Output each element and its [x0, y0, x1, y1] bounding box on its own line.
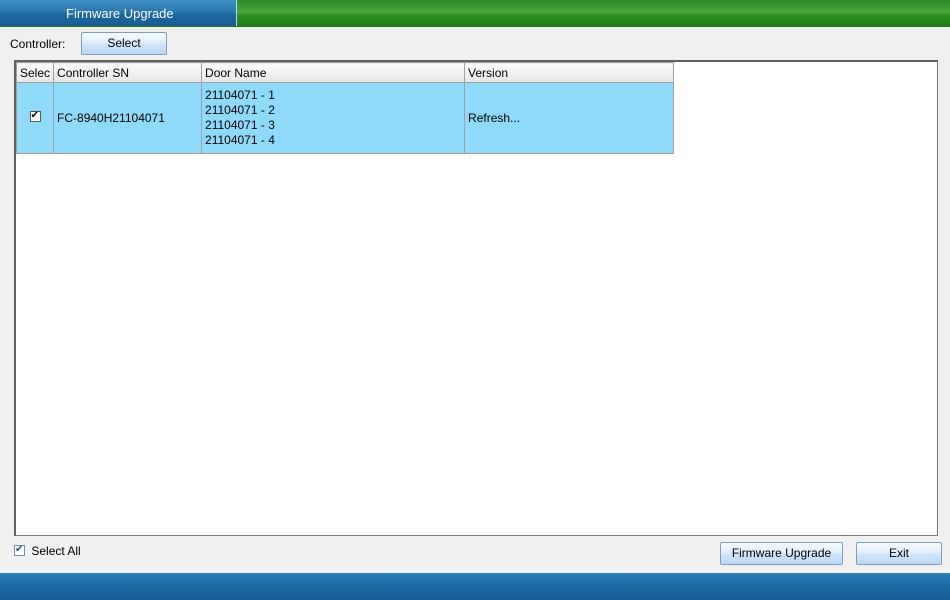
controller-table: Selec Controller SN Door Name Version FC… [15, 62, 675, 154]
window-title: Firmware Upgrade [66, 6, 174, 21]
controller-label: Controller: [10, 37, 66, 51]
window-tab[interactable]: Firmware Upgrade [0, 0, 237, 26]
door-name-item: 21104071 - 1 [205, 88, 275, 102]
select-all-checkbox[interactable] [14, 543, 25, 557]
controller-grid: Selec Controller SN Door Name Version FC… [14, 60, 938, 536]
door-name-item: 21104071 - 2 [205, 103, 275, 117]
door-name-item: 21104071 - 3 [205, 118, 275, 132]
version-cell: Refresh... [464, 82, 675, 154]
table-row[interactable]: FC-8940H21104071 21104071 - 1 21104071 -… [15, 82, 675, 154]
column-header-version[interactable]: Version [464, 62, 675, 83]
exit-button[interactable]: Exit [856, 542, 942, 565]
table-header-row: Selec Controller SN Door Name Version [15, 62, 675, 83]
door-name-cell: 21104071 - 1 21104071 - 2 21104071 - 3 2… [201, 82, 466, 154]
row-checkbox[interactable] [29, 109, 41, 123]
select-controller-button[interactable]: Select [81, 32, 167, 55]
firmware-upgrade-button[interactable]: Firmware Upgrade [720, 542, 843, 565]
column-header-select[interactable]: Selec [15, 62, 55, 83]
title-bar: Firmware Upgrade [0, 0, 950, 27]
select-all-toggle[interactable]: Select All [14, 543, 81, 558]
footer-bar [0, 573, 950, 600]
row-select-cell[interactable] [15, 82, 55, 154]
door-name-item: 21104071 - 4 [205, 133, 275, 147]
controller-sn-cell: FC-8940H21104071 [53, 82, 203, 154]
select-all-label[interactable]: Select All [31, 544, 80, 558]
column-header-door-name[interactable]: Door Name [201, 62, 466, 83]
column-header-sn[interactable]: Controller SN [53, 62, 203, 83]
